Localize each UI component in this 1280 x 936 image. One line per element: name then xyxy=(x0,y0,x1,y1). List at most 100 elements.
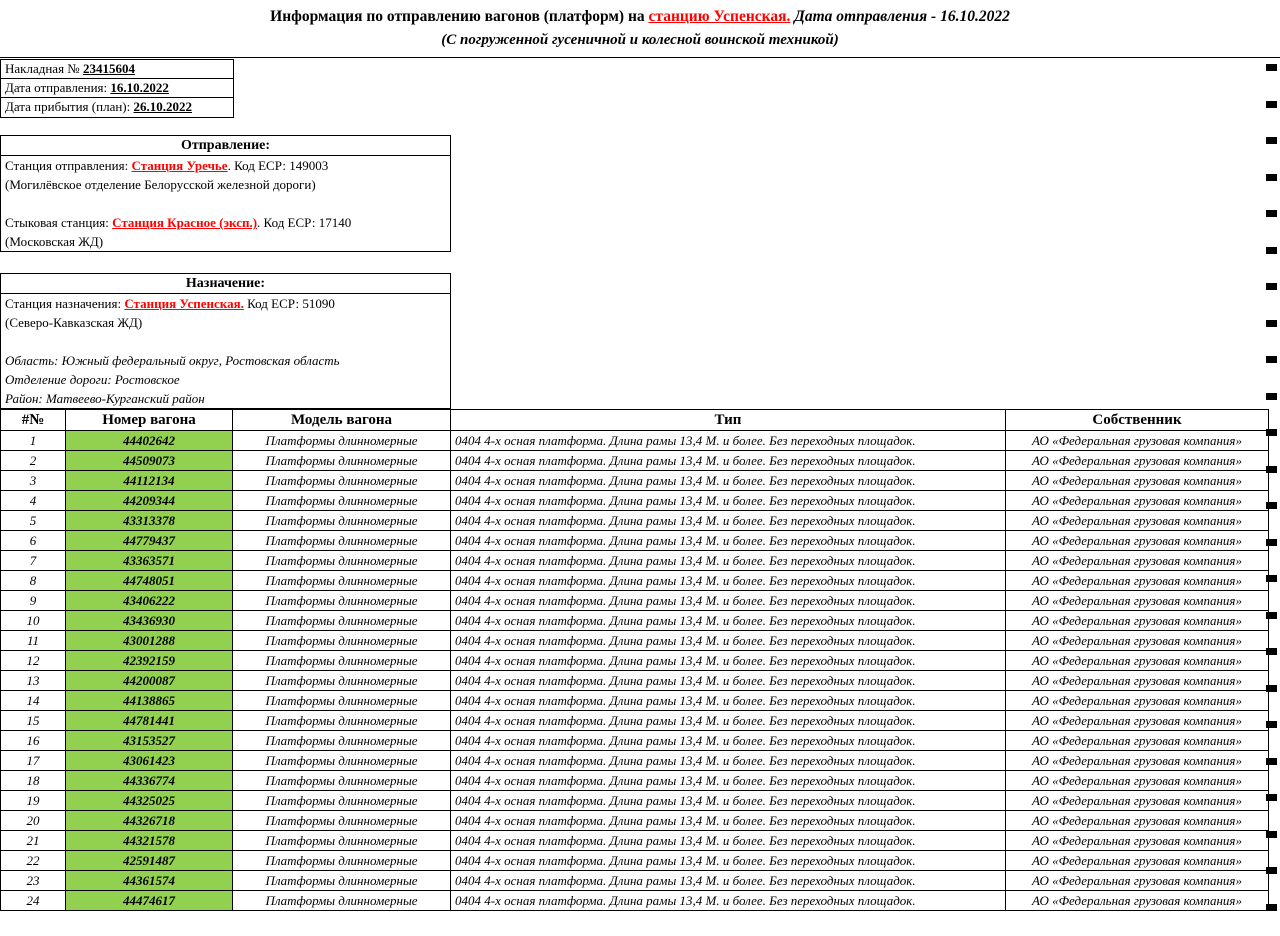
row-index-cell: 20 xyxy=(1,811,66,831)
row-marker-icon xyxy=(1266,575,1277,582)
departure-station-label: Станция отправления: xyxy=(5,158,131,173)
wagon-owner-cell: АО «Федеральная грузовая компания» xyxy=(1006,531,1269,551)
row-marker-icon xyxy=(1266,831,1277,838)
wagon-type-cell: 0404 4-х осная платформа. Длина рамы 13,… xyxy=(451,751,1006,771)
wagon-number-cell: 44112134 xyxy=(66,471,233,491)
wagon-model-cell: Платформы длинномерные xyxy=(233,831,451,851)
table-row: 444209344Платформы длинномерные0404 4-х … xyxy=(1,491,1269,511)
row-index-cell: 16 xyxy=(1,731,66,751)
title-departure-date: Дата отправления - 16.10.2022 xyxy=(790,8,1009,25)
wagon-owner-cell: АО «Федеральная грузовая компания» xyxy=(1006,731,1269,751)
wagon-type-cell: 0404 4-х осная платформа. Длина рамы 13,… xyxy=(451,811,1006,831)
row-marker-icon xyxy=(1266,247,1277,254)
table-row: 1544781441Платформы длинномерные0404 4-х… xyxy=(1,711,1269,731)
row-marker-icon xyxy=(1266,904,1277,911)
wagon-number-cell: 43313378 xyxy=(66,511,233,531)
wagon-type-cell: 0404 4-х осная платформа. Длина рамы 13,… xyxy=(451,791,1006,811)
wagon-number-cell: 44361574 xyxy=(66,871,233,891)
col-header-wagon-number: Номер вагона xyxy=(66,410,233,431)
destination-station-note: (Северо-Кавказская ЖД) xyxy=(1,313,450,332)
row-index-cell: 18 xyxy=(1,771,66,791)
col-header-owner: Собственник xyxy=(1006,410,1269,431)
row-index-cell: 14 xyxy=(1,691,66,711)
row-marker-icon xyxy=(1266,539,1277,546)
row-marker-icon xyxy=(1266,101,1277,108)
wagon-owner-cell: АО «Федеральная грузовая компания» xyxy=(1006,451,1269,471)
wagon-model-cell: Платформы длинномерные xyxy=(233,611,451,631)
col-header-index: #№ xyxy=(1,410,66,431)
row-index-cell: 22 xyxy=(1,851,66,871)
row-index-cell: 11 xyxy=(1,631,66,651)
wagon-owner-cell: АО «Федеральная грузовая компания» xyxy=(1006,491,1269,511)
row-marker-icon xyxy=(1266,721,1277,728)
table-row: 943406222Платформы длинномерные0404 4-х … xyxy=(1,591,1269,611)
wagon-model-cell: Платформы длинномерные xyxy=(233,731,451,751)
row-marker-icon xyxy=(1266,64,1277,71)
row-marker-icon xyxy=(1266,393,1277,400)
row-index-cell: 13 xyxy=(1,671,66,691)
wagon-owner-cell: АО «Федеральная грузовая компания» xyxy=(1006,551,1269,571)
wagon-model-cell: Платформы длинномерные xyxy=(233,751,451,771)
wagon-type-cell: 0404 4-х осная платформа. Длина рамы 13,… xyxy=(451,651,1006,671)
junction-station-line: Стыковая станция: Станция Красное (эксп.… xyxy=(1,213,450,232)
wagon-number-cell: 44325025 xyxy=(66,791,233,811)
wagon-model-cell: Платформы длинномерные xyxy=(233,771,451,791)
table-row: 1043436930Платформы длинномерные0404 4-х… xyxy=(1,611,1269,631)
wagon-owner-cell: АО «Федеральная грузовая компания» xyxy=(1006,631,1269,651)
wagon-number-cell: 42591487 xyxy=(66,851,233,871)
wagon-number-cell: 44336774 xyxy=(66,771,233,791)
wagon-owner-cell: АО «Федеральная грузовая компания» xyxy=(1006,471,1269,491)
destination-district: Район: Матвеево-Курганский район xyxy=(1,389,450,408)
destination-station-line: Станция назначения: Станция Успенская. К… xyxy=(1,294,450,313)
destination-box-header: Назначение: xyxy=(1,274,450,294)
wagon-type-cell: 0404 4-х осная платформа. Длина рамы 13,… xyxy=(451,851,1006,871)
wagon-type-cell: 0404 4-х осная платформа. Длина рамы 13,… xyxy=(451,771,1006,791)
wagon-number-cell: 43001288 xyxy=(66,631,233,651)
departure-station-code: . Код ЕСР: 149003 xyxy=(228,158,329,173)
wagon-number-cell: 44321578 xyxy=(66,831,233,851)
table-row: 1242392159Платформы длинномерные0404 4-х… xyxy=(1,651,1269,671)
table-row: 1844336774Платформы длинномерные0404 4-х… xyxy=(1,771,1269,791)
wagon-number-cell: 44200087 xyxy=(66,671,233,691)
wagon-owner-cell: АО «Федеральная грузовая компания» xyxy=(1006,751,1269,771)
station-uspenskaya-link[interactable]: станцию Успенская. xyxy=(649,8,791,25)
wagon-number-cell: 44209344 xyxy=(66,491,233,511)
wagon-model-cell: Платформы длинномерные xyxy=(233,671,451,691)
row-index-cell: 1 xyxy=(1,431,66,451)
waybill-number-label: Накладная № xyxy=(5,61,83,76)
destination-station-link[interactable]: Станция Успенская. xyxy=(124,296,244,311)
row-marker-icon xyxy=(1266,429,1277,436)
wagon-number-cell: 44748051 xyxy=(66,571,233,591)
destination-station-label: Станция назначения: xyxy=(5,296,124,311)
wagon-model-cell: Платформы длинномерные xyxy=(233,851,451,871)
waybill-box: Накладная № 23415604 Дата отправления: 1… xyxy=(0,59,234,118)
table-row: 1743061423Платформы длинномерные0404 4-х… xyxy=(1,751,1269,771)
wagon-model-cell: Платформы длинномерные xyxy=(233,491,451,511)
wagon-number-cell: 43061423 xyxy=(66,751,233,771)
wagon-owner-cell: АО «Федеральная грузовая компания» xyxy=(1006,891,1269,911)
departure-date-label: Дата отправления: xyxy=(5,80,110,95)
wagon-owner-cell: АО «Федеральная грузовая компания» xyxy=(1006,771,1269,791)
wagon-model-cell: Платформы длинномерные xyxy=(233,431,451,451)
wagon-table-body: 144402642Платформы длинномерные0404 4-х … xyxy=(1,431,1269,911)
spacer xyxy=(1,194,450,213)
destination-box: Назначение: Станция назначения: Станция … xyxy=(0,273,451,409)
wagon-type-cell: 0404 4-х осная платформа. Длина рамы 13,… xyxy=(451,571,1006,591)
table-row: 1944325025Платформы длинномерные0404 4-х… xyxy=(1,791,1269,811)
wagon-model-cell: Платформы длинномерные xyxy=(233,791,451,811)
wagon-owner-cell: АО «Федеральная грузовая компания» xyxy=(1006,511,1269,531)
row-marker-icon xyxy=(1266,794,1277,801)
wagon-model-cell: Платформы длинномерные xyxy=(233,471,451,491)
row-index-cell: 15 xyxy=(1,711,66,731)
junction-station-link[interactable]: Станция Красное (эксп.) xyxy=(112,215,257,230)
table-row: 1344200087Платформы длинномерные0404 4-х… xyxy=(1,671,1269,691)
wagon-owner-cell: АО «Федеральная грузовая компания» xyxy=(1006,591,1269,611)
row-marker-icon xyxy=(1266,612,1277,619)
departure-date-value: 16.10.2022 xyxy=(110,80,169,95)
row-index-cell: 3 xyxy=(1,471,66,491)
row-index-cell: 12 xyxy=(1,651,66,671)
departure-station-link[interactable]: Станция Уречье xyxy=(131,158,227,173)
wagon-type-cell: 0404 4-х осная платформа. Длина рамы 13,… xyxy=(451,691,1006,711)
wagon-number-cell: 44509073 xyxy=(66,451,233,471)
row-index-cell: 21 xyxy=(1,831,66,851)
